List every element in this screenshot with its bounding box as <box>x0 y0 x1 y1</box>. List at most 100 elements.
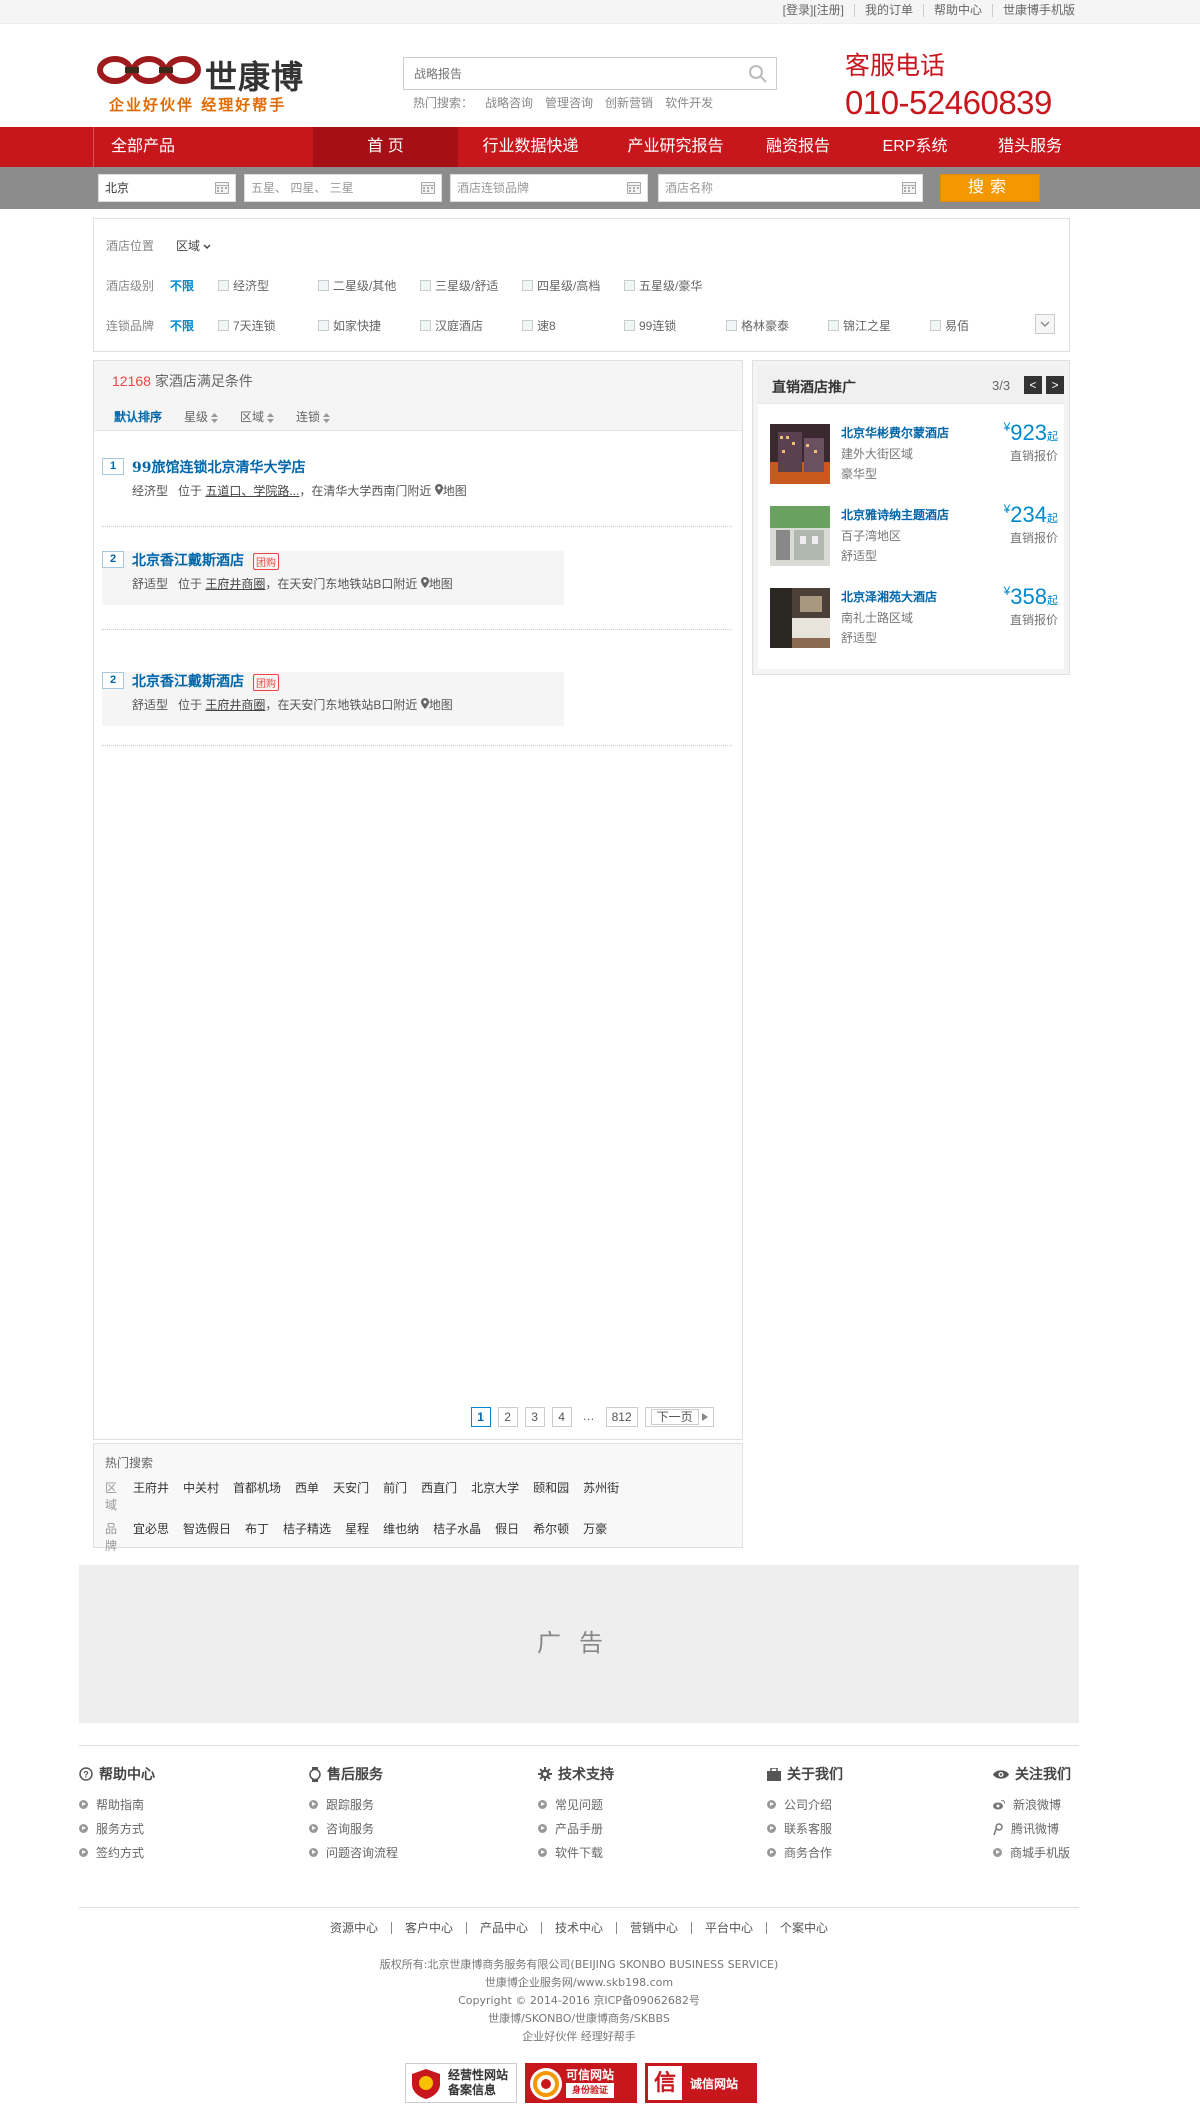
hot-brand-link[interactable]: 布丁 <box>245 1520 269 1554</box>
footer-link[interactable]: 联系客服 <box>784 1820 832 1837</box>
page-last[interactable]: 812 <box>605 1407 638 1427</box>
checkbox[interactable] <box>930 319 941 331</box>
location-dropdown[interactable]: 区域 <box>176 237 211 254</box>
footer-link[interactable]: 产品手册 <box>555 1820 603 1837</box>
hotel-area-link[interactable]: 五道口、学院路... <box>205 484 299 498</box>
hotel-name-field[interactable]: 酒店名称 <box>658 174 923 202</box>
footer-nav-link[interactable]: 平台中心 <box>705 1921 753 1935</box>
hot-area-link[interactable]: 北京大学 <box>471 1479 519 1513</box>
hot-brand-link[interactable]: 宜必思 <box>133 1520 169 1554</box>
checkbox[interactable] <box>522 279 533 291</box>
nav-industry-data[interactable]: 行业数据快递 <box>458 127 603 167</box>
nav-industry-reports[interactable]: 产业研究报告 <box>603 127 748 167</box>
footer-link[interactable]: 软件下载 <box>555 1844 603 1861</box>
search-icon[interactable] <box>748 64 768 84</box>
map-link[interactable]: 地图 <box>429 698 453 712</box>
hotel-name-link[interactable]: 99旅馆连锁北京清华大学店 <box>132 457 305 477</box>
my-orders-link[interactable]: 我的订单 <box>865 3 913 17</box>
checkbox[interactable] <box>828 319 839 331</box>
checkbox[interactable] <box>726 319 737 331</box>
hot-item[interactable]: 软件开发 <box>665 94 713 111</box>
footer-link[interactable]: 腾讯微博 <box>1011 1820 1059 1837</box>
checkbox[interactable] <box>624 319 635 331</box>
sort-chain[interactable]: 连锁 <box>296 408 331 425</box>
hot-area-link[interactable]: 首都机场 <box>233 1479 281 1513</box>
nav-all-products[interactable]: 全部产品 <box>93 127 313 167</box>
hot-brand-link[interactable]: 星程 <box>345 1520 369 1554</box>
checkbox[interactable] <box>420 319 431 331</box>
city-field[interactable]: 北京 <box>98 174 236 202</box>
hotel-area-link[interactable]: 王府井商圈 <box>205 577 265 591</box>
hotel-name-link[interactable]: 北京香江戴斯酒店 团购 <box>132 671 279 691</box>
hot-item[interactable]: 战略咨询 <box>485 94 533 111</box>
nav-headhunting[interactable]: 猎头服务 <box>975 127 1085 167</box>
brand-field[interactable]: 酒店连锁品牌 <box>450 174 648 202</box>
footer-nav-link[interactable]: 技术中心 <box>555 1921 603 1935</box>
hot-area-link[interactable]: 中关村 <box>183 1479 219 1513</box>
footer-link[interactable]: 帮助指南 <box>96 1796 144 1813</box>
expand-button[interactable] <box>1035 314 1055 334</box>
footer-nav-link[interactable]: 产品中心 <box>480 1921 528 1935</box>
hot-brand-link[interactable]: 万豪 <box>583 1520 607 1554</box>
checkbox[interactable] <box>624 279 635 291</box>
footer-link[interactable]: 问题咨询流程 <box>326 1844 398 1861</box>
hot-item[interactable]: 管理咨询 <box>545 94 593 111</box>
hot-area-link[interactable]: 王府井 <box>133 1479 169 1513</box>
chain-option[interactable]: 汉庭酒店 <box>420 317 522 334</box>
register-link[interactable]: [注册] <box>813 3 844 17</box>
promo-item[interactable]: 北京华彬费尔蒙酒店 建外大街区域 豪华型 ¥923起 直销报价 <box>770 420 1060 494</box>
login-link[interactable]: [登录] <box>783 3 814 17</box>
logo[interactable]: 世康博 企业好伙伴 经理好帮手 <box>95 50 325 120</box>
hot-area-link[interactable]: 苏州街 <box>583 1479 619 1513</box>
footer-nav-link[interactable]: 个案中心 <box>780 1921 828 1935</box>
hotel-name-link[interactable]: 北京香江戴斯酒店 团购 <box>132 550 279 570</box>
hot-area-link[interactable]: 西单 <box>295 1479 319 1513</box>
checkbox[interactable] <box>420 279 431 291</box>
map-link[interactable]: 地图 <box>429 577 453 591</box>
level-any[interactable]: 不限 <box>170 277 218 294</box>
hot-brand-link[interactable]: 维也纳 <box>383 1520 419 1554</box>
footer-link[interactable]: 新浪微博 <box>1013 1796 1061 1813</box>
nav-home[interactable]: 首 页 <box>313 127 458 167</box>
checkbox[interactable] <box>522 319 533 331</box>
hotel-area-link[interactable]: 王府井商圈 <box>205 698 265 712</box>
promo-next-button[interactable]: > <box>1046 376 1064 394</box>
footer-link[interactable]: 签约方式 <box>96 1844 144 1861</box>
hot-area-link[interactable]: 前门 <box>383 1479 407 1513</box>
star-field[interactable]: 五星、 四星、 三星 <box>244 174 442 202</box>
badge-trusted[interactable]: 可信网站 身份验证 <box>525 2063 637 2103</box>
promo-hotel-name[interactable]: 北京雅诗纳主题酒店 <box>841 506 949 523</box>
chain-option[interactable]: 锦江之星 <box>828 317 930 334</box>
footer-link[interactable]: 咨询服务 <box>326 1820 374 1837</box>
footer-nav-link[interactable]: 营销中心 <box>630 1921 678 1935</box>
footer-link[interactable]: 公司介绍 <box>784 1796 832 1813</box>
checkbox[interactable] <box>318 319 329 331</box>
badge-integrity[interactable]: 信 诚信网站 <box>645 2063 757 2103</box>
sort-star[interactable]: 星级 <box>184 408 219 425</box>
chain-any[interactable]: 不限 <box>170 317 218 334</box>
hot-area-link[interactable]: 西直门 <box>421 1479 457 1513</box>
hotel-search-button[interactable]: 搜索 <box>940 174 1040 202</box>
promo-item[interactable]: 北京泽湘苑大酒店 南礼士路区域 舒适型 ¥358起 直销报价 <box>770 584 1060 658</box>
hot-area-link[interactable]: 天安门 <box>333 1479 369 1513</box>
hot-brand-link[interactable]: 桔子精选 <box>283 1520 331 1554</box>
chain-option[interactable]: 格林豪泰 <box>726 317 828 334</box>
hot-brand-link[interactable]: 智选假日 <box>183 1520 231 1554</box>
badge-icp[interactable]: 经营性网站 备案信息 <box>405 2063 517 2103</box>
checkbox[interactable] <box>218 319 229 331</box>
footer-nav-link[interactable]: 资源中心 <box>330 1921 378 1935</box>
nav-erp[interactable]: ERP系统 <box>860 127 970 167</box>
chain-option[interactable]: 7天连锁 <box>218 317 318 334</box>
level-option[interactable]: 经济型 <box>218 277 318 294</box>
promo-hotel-name[interactable]: 北京泽湘苑大酒店 <box>841 588 937 605</box>
nav-financing[interactable]: 融资报告 <box>748 127 848 167</box>
mobile-site-link[interactable]: 世康博手机版 <box>1003 3 1075 17</box>
promo-prev-button[interactable]: < <box>1024 376 1042 394</box>
hot-brand-link[interactable]: 假日 <box>495 1520 519 1554</box>
footer-link[interactable]: 跟踪服务 <box>326 1796 374 1813</box>
footer-link[interactable]: 常见问题 <box>555 1796 603 1813</box>
page-3[interactable]: 3 <box>524 1407 545 1427</box>
sort-default[interactable]: 默认排序 <box>114 408 162 425</box>
next-page-button[interactable]: 下一页 <box>644 1407 714 1427</box>
map-link[interactable]: 地图 <box>443 484 467 498</box>
